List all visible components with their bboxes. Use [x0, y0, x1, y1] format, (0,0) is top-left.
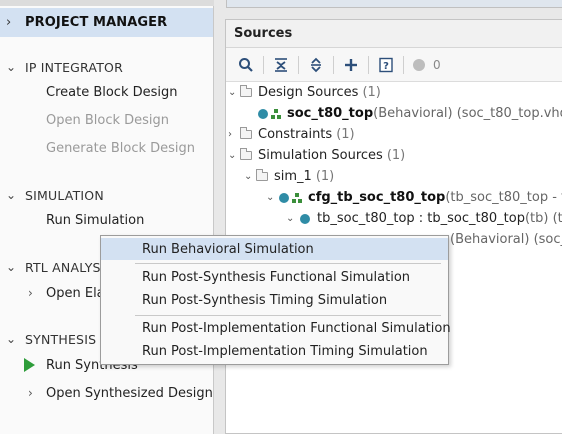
nav-open-synthesized-design[interactable]: › Open Synthesized Design [0, 383, 213, 403]
tree-tb-inst[interactable]: ⌄ tb_soc_t80_top : tb_soc_t80_top (tb) (… [286, 208, 562, 229]
design-source-icon [258, 108, 268, 119]
sources-title: Sources [234, 26, 293, 41]
tree-label: tb_soc_t80_top : tb_soc_t80_top [317, 211, 525, 226]
tree-label: cfg_tb_soc_t80_top [308, 190, 446, 205]
tree-simulation-sources[interactable]: ⌄ Simulation Sources (1) [228, 145, 405, 166]
tree-detail: (Behavioral) (soc_t80_top.vhd) [373, 106, 562, 121]
hierarchy-icon [292, 192, 302, 203]
tree-cfg-tb[interactable]: ⌄ cfg_tb_soc_t80_top (tb_soc_t80_top - t… [266, 187, 562, 208]
nav-run-simulation[interactable]: Run Simulation [46, 210, 144, 230]
chevron-down-icon: ⌄ [6, 60, 17, 74]
status-count: 0 [433, 57, 441, 72]
nav-item-label: Open Synthesized Design [46, 385, 213, 401]
nav-project-manager[interactable]: › PROJECT MANAGER [0, 8, 213, 37]
expand-icon: ⌄ [286, 213, 295, 224]
tree-detail: (tb) (tb [524, 211, 562, 226]
tree-label: soc_t80_top [287, 106, 374, 121]
tree-sim-1[interactable]: ⌄ sim_1 (1) [244, 166, 334, 187]
chevron-down-icon: ⌄ [6, 260, 17, 274]
tree-design-sources[interactable]: ⌄ Design Sources (1) [228, 82, 381, 103]
tree-count: (1) [362, 85, 381, 100]
nav-section-synthesis[interactable]: ⌄ SYNTHESIS [0, 329, 96, 349]
tree-count: (1) [336, 127, 355, 142]
expand-icon: ⌄ [266, 192, 275, 203]
tree-soc-top[interactable]: soc_t80_top (Behavioral) (soc_t80_top.vh… [258, 103, 562, 124]
section-label: SYNTHESIS [25, 331, 97, 347]
menu-separator [135, 263, 441, 264]
menu-run-post-implementation-functional[interactable]: Run Post-Implementation Functional Simul… [101, 317, 451, 339]
svg-text:?: ? [383, 61, 389, 72]
menu-run-behavioral-simulation[interactable]: Run Behavioral Simulation [101, 238, 448, 260]
folder-icon [240, 127, 252, 139]
nav-create-block-design[interactable]: Create Block Design [46, 82, 178, 102]
tree-detail: (tb_soc_t80_top - tb [445, 190, 562, 205]
chevron-right-icon: › [28, 286, 33, 300]
tree-label: Design Sources [258, 85, 359, 100]
tree-count: (1) [315, 169, 335, 184]
chevron-down-icon: ⌄ [6, 188, 17, 202]
hierarchy-icon [271, 108, 281, 119]
sources-toolbar: ? 0 [226, 48, 562, 82]
window-title-strip [226, 0, 562, 8]
flow-navigator-header [0, 0, 214, 6]
tree-detail: (Behavioral) (soc_ [450, 232, 562, 247]
nav-section-rtl-analysis[interactable]: ⌄ RTL ANALYSIS [0, 257, 113, 277]
tree-label: Simulation Sources [258, 148, 383, 163]
chevron-down-icon: ⌄ [6, 332, 17, 346]
expand-icon: ⌄ [228, 150, 237, 161]
design-source-icon [279, 192, 289, 203]
nav-open-block-design[interactable]: Open Block Design [46, 110, 169, 130]
help-icon[interactable]: ? [374, 53, 398, 77]
chevron-right-icon: › [6, 15, 12, 30]
run-icon [24, 358, 35, 372]
folder-icon [240, 148, 252, 160]
nav-generate-block-design[interactable]: Generate Block Design [46, 138, 195, 158]
chevron-right-icon: › [28, 386, 33, 400]
nav-section-ip-integrator[interactable]: ⌄ IP INTEGRATOR [0, 57, 123, 77]
expand-icon: ⌄ [244, 171, 253, 182]
menu-run-post-synthesis-timing[interactable]: Run Post-Synthesis Timing Simulation [101, 289, 448, 311]
tree-dut-partial[interactable]: (Behavioral) (soc_ [450, 229, 562, 250]
tree-count: (1) [386, 148, 406, 163]
menu-run-post-synthesis-functional[interactable]: Run Post-Synthesis Functional Simulation [101, 266, 448, 288]
folder-icon [256, 169, 268, 181]
tree-constraints[interactable]: › Constraints (1) [228, 124, 355, 145]
tree-label: sim_1 [274, 169, 312, 184]
section-label: SIMULATION [25, 187, 104, 203]
nav-project-manager-label: PROJECT MANAGER [25, 15, 168, 30]
sources-panel: Sources ? 0 ⌄ Design Sources (1) soc_t80… [225, 19, 562, 434]
expand-icon: › [228, 129, 232, 140]
nav-section-simulation[interactable]: ⌄ SIMULATION [0, 185, 104, 205]
design-source-icon [300, 213, 310, 224]
nav-item-label: Open Ela [46, 285, 105, 301]
menu-run-post-implementation-timing[interactable]: Run Post-Implementation Timing Simulatio… [101, 340, 448, 362]
add-icon[interactable] [339, 53, 363, 77]
expand-all-icon[interactable] [304, 53, 328, 77]
status-dot-icon [413, 58, 425, 71]
tree-label: Constraints [258, 127, 333, 142]
search-icon[interactable] [234, 53, 258, 77]
nav-open-elaborated-design[interactable]: › Open Ela [0, 283, 105, 303]
menu-separator [135, 315, 441, 316]
expand-icon: ⌄ [228, 87, 237, 98]
collapse-all-icon[interactable] [269, 53, 293, 77]
section-label: IP INTEGRATOR [25, 59, 123, 75]
sources-header: Sources [226, 20, 562, 48]
flow-navigator: › PROJECT MANAGER ⌄ IP INTEGRATOR Create… [0, 0, 214, 434]
folder-icon [240, 85, 252, 97]
context-menu: Run Behavioral Simulation Run Post-Synth… [100, 235, 451, 365]
status-badge: 0 [413, 58, 441, 72]
